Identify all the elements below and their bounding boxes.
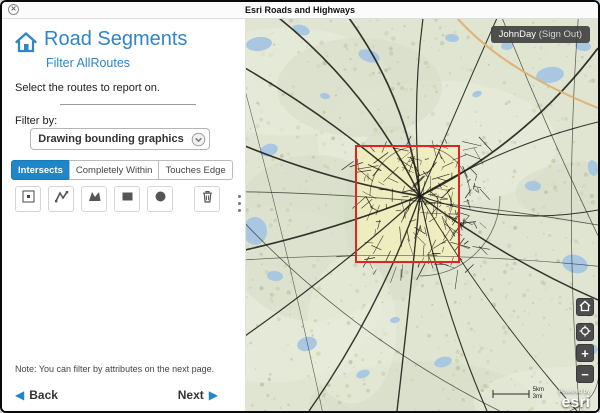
- back-arrow-icon: ◀: [15, 389, 24, 401]
- next-label: Next: [178, 388, 204, 402]
- polygon-tool-button[interactable]: [81, 186, 107, 212]
- locate-icon: [579, 325, 591, 339]
- rectangle-icon: [120, 189, 135, 209]
- road-segments-icon: [14, 30, 38, 54]
- instruction-text: Select the routes to report on.: [15, 82, 160, 94]
- panel-resize-handle[interactable]: [234, 18, 246, 411]
- spatial-filter-tabs: Intersects Completely Within Touches Edg…: [11, 160, 233, 180]
- filter-method-dropdown[interactable]: Drawing bounding graphics: [30, 128, 210, 150]
- handle-dot: [238, 195, 241, 198]
- back-label: Back: [29, 388, 58, 402]
- sign-out-label: (Sign Out): [539, 29, 582, 40]
- esri-brand: esri: [558, 395, 590, 410]
- polyline-icon: [54, 189, 69, 209]
- ellipse-tool-button[interactable]: [147, 186, 173, 212]
- zoom-in-button[interactable]: +: [576, 344, 594, 362]
- user-signout-button[interactable]: JohnDay (Sign Out): [491, 26, 590, 43]
- map-canvas[interactable]: [245, 18, 598, 411]
- tab-completely-within[interactable]: Completely Within: [69, 160, 160, 180]
- polygon-icon: [87, 189, 102, 209]
- home-icon: [579, 300, 591, 314]
- app-window: ✕ Esri Roads and Highways Road Segments …: [0, 0, 600, 413]
- title-bar: ✕ Esri Roads and Highways: [2, 2, 598, 19]
- scale-mi: 3mi: [533, 394, 544, 401]
- tab-touches-edge[interactable]: Touches Edge: [158, 160, 232, 180]
- draw-toolbar: [15, 186, 220, 212]
- point-tool-button[interactable]: [15, 186, 41, 212]
- scale-bar: 5km 3mi: [492, 387, 544, 401]
- chevron-down-icon: [191, 132, 206, 152]
- close-icon[interactable]: ✕: [8, 4, 19, 15]
- user-name: JohnDay: [499, 29, 537, 40]
- divider-line: [60, 104, 196, 105]
- window-title: Esri Roads and Highways: [245, 5, 355, 15]
- next-button[interactable]: Next ▶: [178, 388, 218, 402]
- back-button[interactable]: ◀ Back: [15, 388, 58, 402]
- next-arrow-icon: ▶: [209, 389, 218, 401]
- tab-intersects[interactable]: Intersects: [11, 160, 70, 180]
- handle-dot: [238, 202, 241, 205]
- locate-button[interactable]: [576, 323, 594, 341]
- home-extent-button[interactable]: [576, 298, 594, 316]
- scale-km: 5km: [533, 387, 544, 394]
- footnote-text: Note: You can filter by attributes on th…: [15, 364, 228, 374]
- map-controls: + −: [576, 295, 594, 383]
- trash-icon: [200, 189, 215, 209]
- scale-labels: 5km 3mi: [533, 387, 544, 401]
- esri-logo: Powered by esri: [558, 389, 590, 410]
- ellipse-icon: [153, 189, 168, 209]
- zoom-out-button[interactable]: −: [576, 365, 594, 383]
- map-container: JohnDay (Sign Out): [245, 18, 598, 411]
- clear-graphics-button[interactable]: [194, 186, 220, 212]
- page-title: Road Segments: [44, 28, 187, 51]
- side-panel: Road Segments Filter AllRoutes Select th…: [2, 18, 234, 411]
- handle-dot: [238, 209, 241, 212]
- point-icon: [21, 189, 36, 209]
- rectangle-tool-button[interactable]: [114, 186, 140, 212]
- dropdown-selected-value: Drawing bounding graphics: [31, 129, 209, 149]
- polyline-tool-button[interactable]: [48, 186, 74, 212]
- filter-by-label: Filter by:: [15, 115, 57, 127]
- page-subtitle: Filter AllRoutes: [46, 56, 130, 70]
- scale-bar-line: [492, 389, 530, 399]
